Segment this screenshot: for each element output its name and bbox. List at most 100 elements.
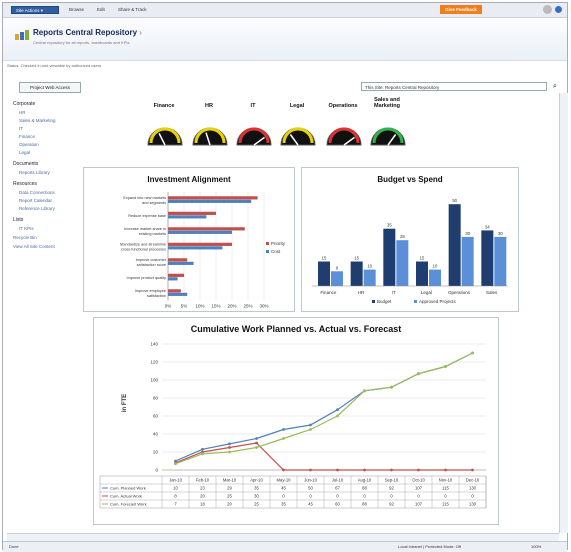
bar-cost	[168, 292, 188, 296]
category-label: Standardize and streamline	[120, 242, 166, 246]
series-line	[175, 352, 473, 465]
series-point	[174, 462, 177, 466]
project-web-access-tab[interactable]: Project Web Access	[19, 82, 81, 93]
table-cell: 35	[254, 486, 259, 491]
gauge-label: Operations	[328, 103, 358, 109]
search-input[interactable]: This Site: Reports Central Repository	[361, 82, 547, 91]
series-point	[444, 468, 447, 472]
sidebar-item[interactable]: Reference Library	[19, 206, 79, 211]
x-tick-label: Nov-10	[439, 478, 453, 483]
series-point	[282, 468, 285, 472]
bar-cost	[168, 230, 232, 234]
x-tick-label: Mar-10	[223, 478, 237, 483]
sidebar-heading-2[interactable]: Resources	[13, 181, 79, 187]
series-point	[336, 468, 339, 472]
legend-label: Budget	[377, 299, 392, 304]
table-cell: 45	[308, 502, 313, 507]
x-tick-label: Sep-10	[385, 478, 399, 483]
series-point	[336, 414, 339, 418]
category-label: cross-functional processes	[121, 247, 166, 251]
series-point	[228, 446, 231, 449]
browser-frame: Site Actions ▾ Browse Edit Share & Track…	[2, 2, 568, 552]
sidebar-item[interactable]: Legal	[19, 150, 79, 155]
table-cell: 115	[442, 486, 449, 491]
investment-alignment-panel: Investment Alignment 0% 5% 10% 15% 20% 25% 30% E…	[83, 167, 295, 312]
x-tick-label: May-10	[277, 478, 292, 483]
sidebar-item[interactable]: IT KPIs	[19, 226, 79, 231]
site-actions-menu[interactable]: Site Actions ▾	[11, 6, 59, 14]
sidebar-item[interactable]: Finance	[19, 134, 79, 139]
y-tick-label: 120	[150, 360, 158, 365]
series-line	[175, 442, 473, 471]
sidebar-item[interactable]: Operation	[19, 142, 79, 147]
bar-priority	[168, 258, 188, 262]
legend-label: Cost	[271, 249, 281, 254]
view-all-content-link[interactable]: View All Site Content	[13, 244, 79, 249]
cumulative-work-chart: Cumulative Work Planned vs. Actual vs. F…	[99, 324, 487, 509]
x-tick-label: Apr-10	[250, 478, 263, 483]
table-cell: 30	[254, 494, 259, 499]
user-icon[interactable]	[543, 5, 552, 14]
share-track-tab[interactable]: Share & Track	[118, 7, 147, 12]
table-cell: 92	[389, 502, 394, 507]
help-icon[interactable]	[555, 6, 562, 13]
gauge-icon	[236, 127, 272, 146]
category-label: Operations	[448, 290, 471, 295]
bar-priority	[168, 196, 258, 200]
x-tick-label: 15%	[211, 304, 220, 309]
sharepoint-logo-icon	[15, 30, 29, 40]
table-cell: 35	[281, 502, 286, 507]
series-point	[309, 468, 312, 472]
table-cell: 20	[200, 494, 205, 499]
y-tick-label: 20	[153, 450, 159, 455]
y-tick-label: 80	[153, 396, 159, 401]
vertical-scrollbar[interactable]	[559, 93, 568, 533]
investment-alignment-chart: Investment Alignment 0% 5% 10% 15% 20% 25% 30% E…	[120, 175, 286, 309]
bar-cost	[168, 277, 178, 281]
browse-tab[interactable]: Browse	[69, 7, 84, 12]
x-tick-label: Aug-10	[358, 478, 372, 483]
category-label: existing markets	[139, 232, 167, 236]
sidebar-item[interactable]: IT	[19, 126, 79, 131]
data-label: 10	[433, 264, 438, 269]
gauge-label: Legal	[289, 103, 305, 109]
search-icon[interactable]: ⌕	[553, 83, 557, 91]
sidebar-heading-0[interactable]: Corporate	[13, 101, 79, 107]
bar-approved-projects	[363, 269, 376, 286]
table-cell: 88	[362, 502, 367, 507]
bar-approved-projects	[331, 271, 343, 286]
zoom-level[interactable]: 100%	[531, 542, 541, 552]
table-cell: 50	[308, 486, 313, 491]
x-tick-label: Jan-10	[169, 478, 182, 483]
sidebar-item[interactable]: Sales & Marketing	[19, 118, 79, 123]
data-label: 34	[485, 224, 490, 229]
legend-swatch	[266, 250, 269, 253]
gauge-icon	[370, 127, 406, 146]
sidebar-item[interactable]: Report Calendar	[19, 198, 79, 203]
data-label: 28	[400, 234, 405, 239]
series-point	[444, 365, 447, 368]
series-point	[417, 372, 420, 376]
recycle-bin-link[interactable]: Recycle Bin	[13, 235, 79, 240]
table-cell: 107	[415, 486, 423, 491]
y-axis-label: in FTE	[122, 394, 128, 412]
bar-budget	[350, 261, 363, 286]
sidebar-item[interactable]: HR	[19, 110, 79, 115]
edit-tab[interactable]: Edit	[97, 7, 105, 12]
sidebar-item[interactable]: Reports Library	[19, 170, 79, 175]
category-label: IT	[392, 290, 396, 295]
series-point	[255, 446, 258, 449]
bar-approved-projects	[396, 240, 409, 286]
sidebar-heading-3[interactable]: Lists	[13, 217, 79, 223]
sidebar-item[interactable]: Data Connections	[19, 190, 79, 195]
bar-priority	[168, 289, 181, 293]
table-cell: 7	[174, 502, 177, 507]
series-point	[228, 450, 231, 454]
series-line	[175, 352, 473, 462]
table-cell: 0	[309, 494, 312, 499]
sidebar: Corporate HR Sales & Marketing IT Finance Ope…	[13, 95, 79, 249]
sidebar-heading-1[interactable]: Documents	[13, 161, 79, 167]
give-feedback-button[interactable]: Give Feedback	[440, 5, 482, 14]
series-point	[309, 428, 312, 431]
bar-budget	[383, 228, 396, 286]
